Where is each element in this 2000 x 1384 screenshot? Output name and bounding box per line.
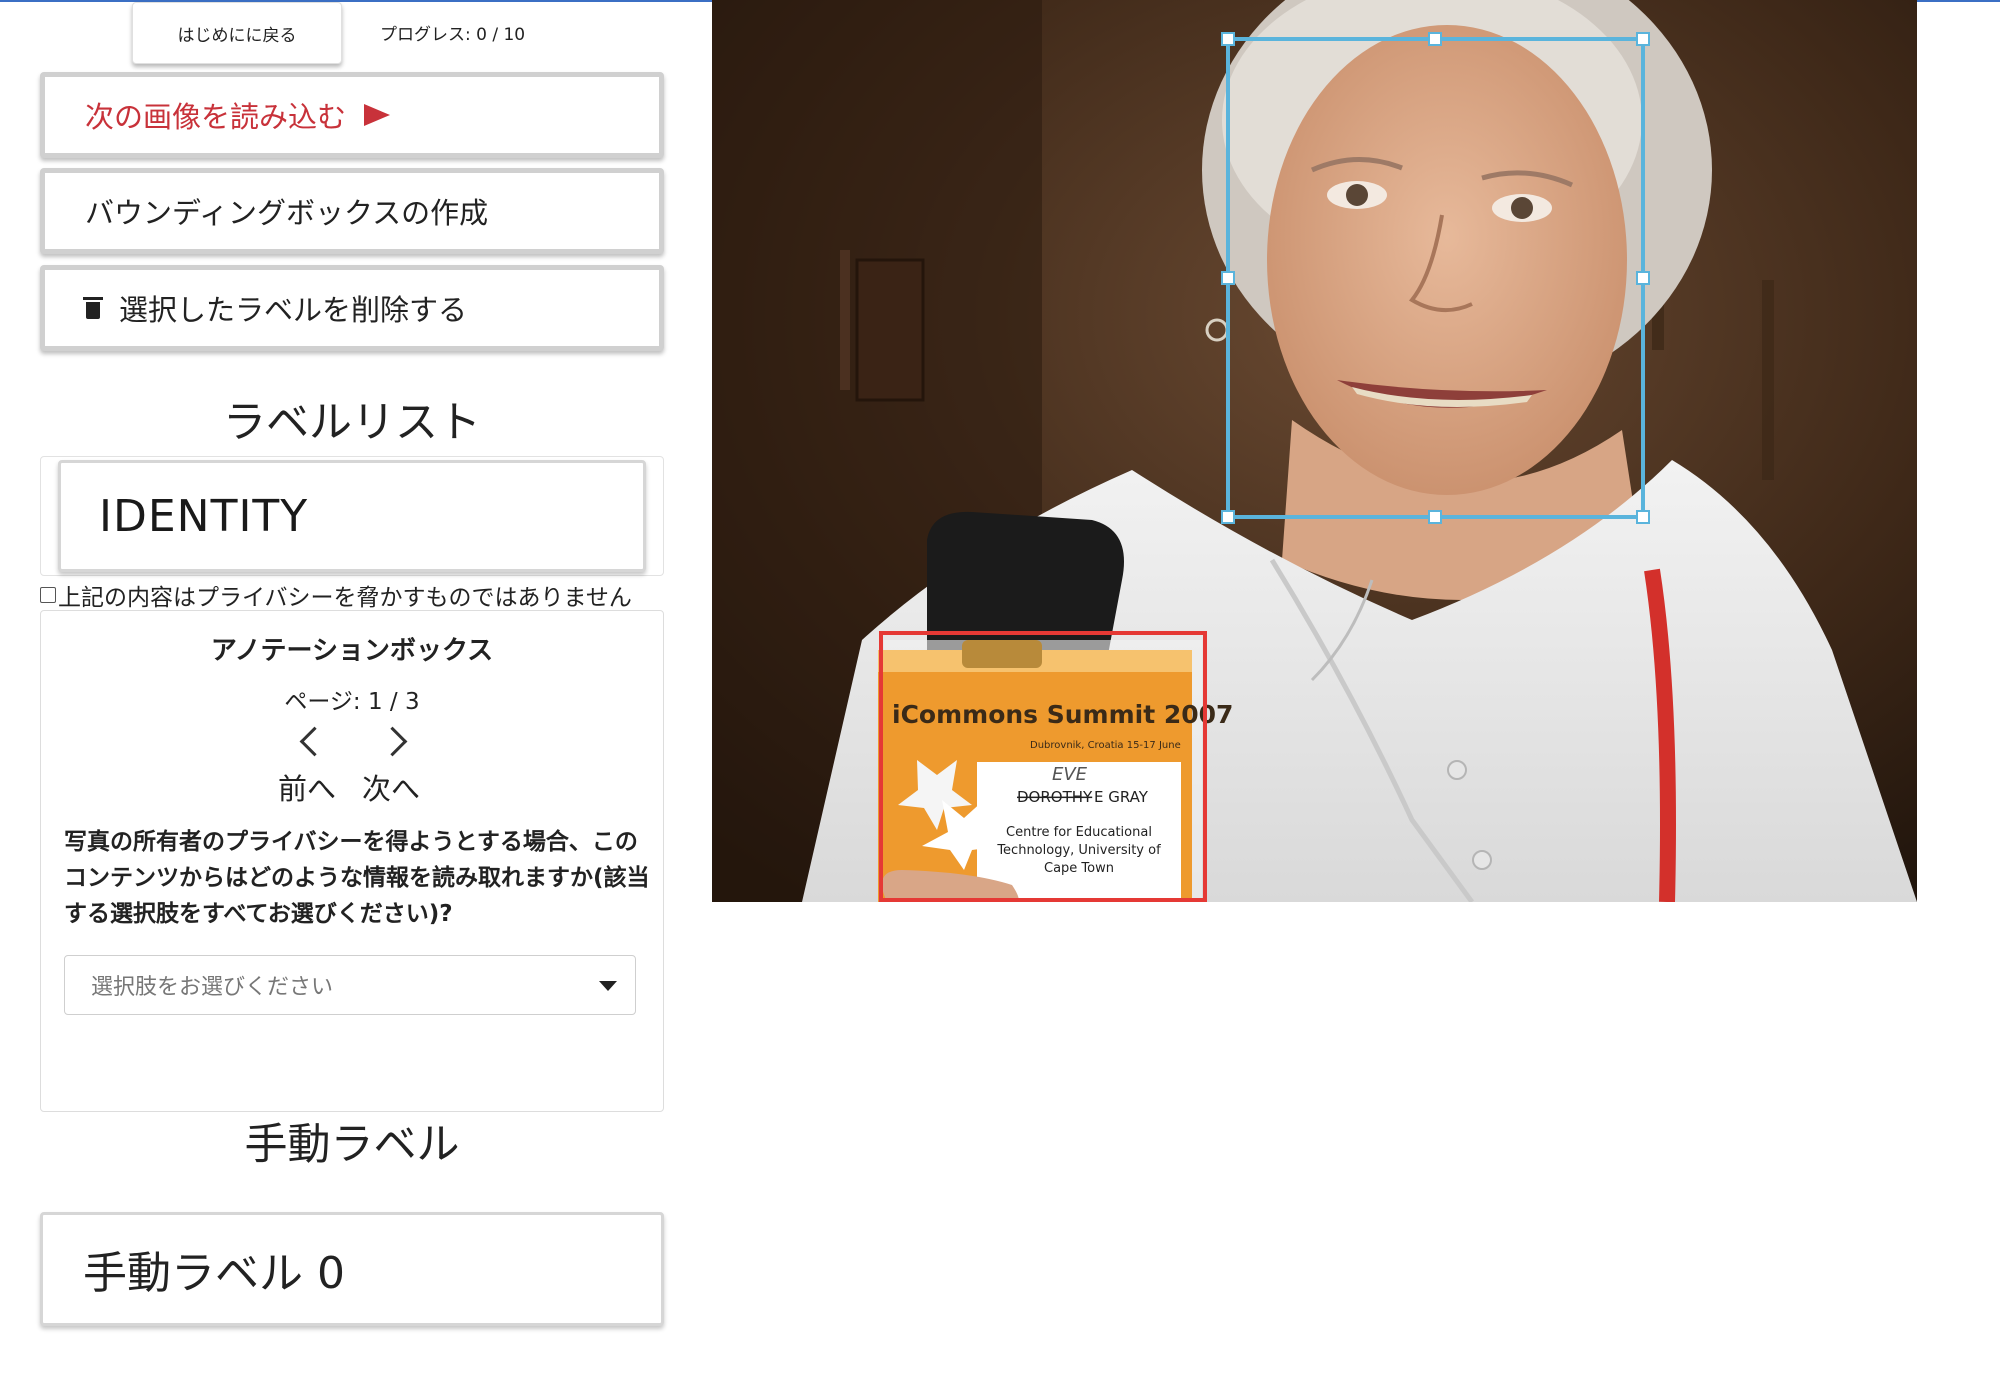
badge-org-line-2: Technology, University of	[996, 843, 1161, 858]
trash-icon	[83, 297, 103, 319]
back-to-start-button[interactable]: はじめにに戻る	[132, 2, 342, 64]
resize-handle[interactable]	[1636, 32, 1650, 46]
delete-selected-label-text: 選択したラベルを削除する	[119, 293, 468, 327]
badge-handwritten-name: EVE	[1052, 764, 1088, 785]
load-next-image-button[interactable]: 次の画像を読み込む	[40, 72, 664, 158]
options-select[interactable]: 選択肢をお選びください	[64, 955, 636, 1015]
resize-handle[interactable]	[1636, 510, 1650, 524]
badge-surname: E GRAY	[1094, 788, 1149, 806]
annotation-question: 写真の所有者のプライバシーを得ようとする場合、このコンテンツからはどのような情報…	[64, 829, 650, 927]
create-bounding-box-button[interactable]: バウンディングボックスの作成	[40, 168, 664, 254]
annotated-photo[interactable]: iCommons Summit 2007 Dubrovnik, Croatia …	[712, 0, 1917, 902]
delete-selected-label-button[interactable]: 選択したラベルを削除する	[40, 265, 664, 351]
badge-title: iCommons Summit 2007	[892, 700, 1233, 729]
badge-org-line-3: Cape Town	[1044, 861, 1114, 876]
resize-handle[interactable]	[1221, 510, 1235, 524]
next-page-button[interactable]: 次へ	[362, 766, 420, 808]
options-select-placeholder: 選択肢をお選びください	[91, 975, 334, 1000]
resize-handle[interactable]	[1221, 32, 1235, 46]
photo-canvas: iCommons Summit 2007 Dubrovnik, Croatia …	[712, 0, 1917, 902]
label-item-identity[interactable]: IDENTITY	[58, 460, 646, 572]
privacy-confirm-checkbox[interactable]	[40, 587, 56, 603]
create-bounding-box-label: バウンディングボックスの作成	[85, 196, 489, 230]
load-next-image-label: 次の画像を読み込む	[85, 100, 347, 134]
privacy-confirm-label: 上記の内容はプライバシーを脅かすものではありません	[58, 585, 632, 611]
annotation-box-title: アノテーションボックス	[210, 636, 494, 666]
resize-handle[interactable]	[1636, 271, 1650, 285]
caret-down-icon	[599, 981, 617, 991]
manual-label-item[interactable]: 手動ラベル 0	[40, 1212, 664, 1326]
badge-org-line-1: Centre for Educational	[1006, 825, 1152, 840]
page-indicator: ページ: 1 / 3	[284, 689, 420, 715]
manual-label-title: 手動ラベル	[244, 1120, 460, 1170]
badge-struck-name: DOROTHY	[1017, 788, 1093, 806]
send-arrow-icon	[364, 104, 391, 126]
resize-handle[interactable]	[1428, 510, 1442, 524]
resize-handle[interactable]	[1428, 32, 1442, 46]
badge-location: Dubrovnik, Croatia 15-17 June	[1030, 740, 1181, 751]
resize-handle[interactable]	[1221, 271, 1235, 285]
progress-indicator: プログレス: 0 / 10	[380, 25, 526, 45]
label-list-title: ラベルリスト	[223, 398, 481, 448]
privacy-confirm-row: 上記の内容はプライバシーを脅かすものではありません	[40, 578, 680, 612]
prev-page-button[interactable]: 前へ	[278, 766, 336, 808]
